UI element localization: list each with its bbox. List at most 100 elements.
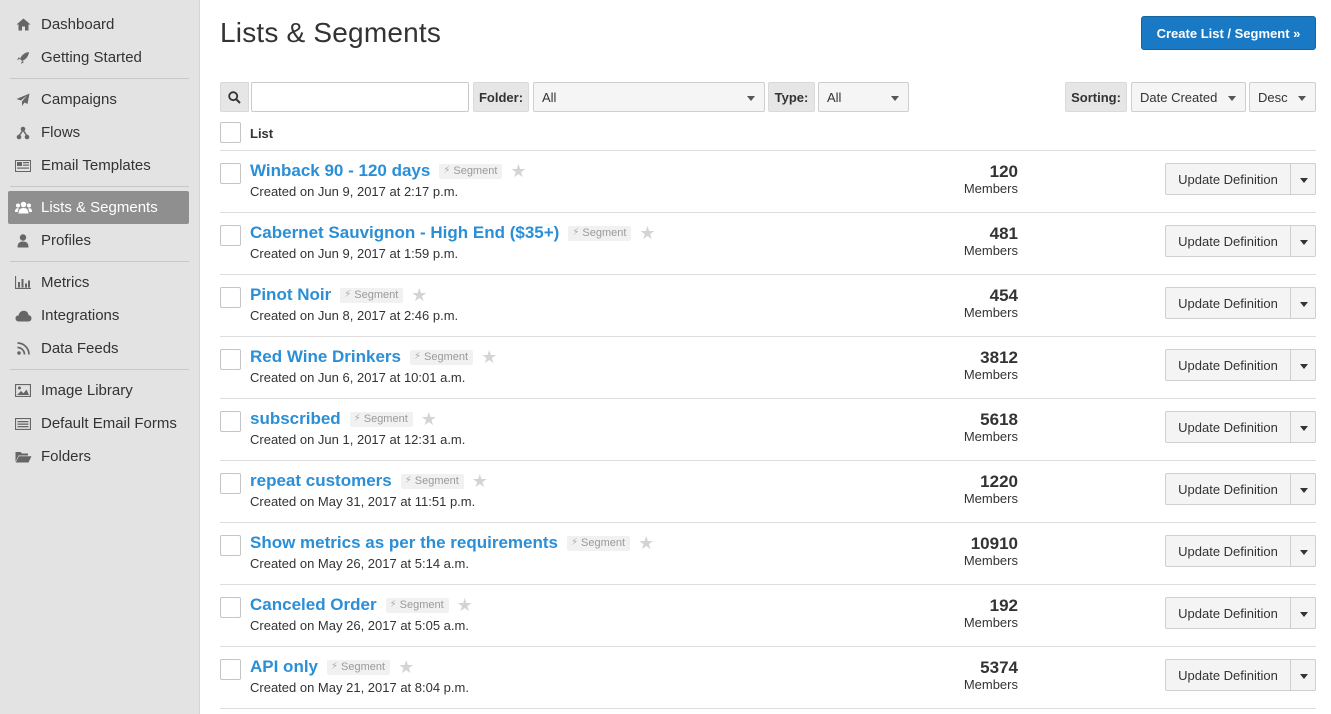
sidebar-item-label: Email Templates [41,157,151,174]
row-checkbox[interactable] [220,287,241,308]
list-name-link[interactable]: Red Wine Drinkers [250,347,401,367]
row-checkbox[interactable] [220,535,241,556]
star-icon[interactable]: ★ [638,534,654,552]
sidebar-item-label: Getting Started [41,49,142,66]
row-checkbox[interactable] [220,597,241,618]
star-icon[interactable]: ★ [510,162,526,180]
row-actions-dropdown[interactable] [1290,225,1316,257]
search-input[interactable] [251,82,469,112]
sidebar-item-label: Integrations [41,307,120,324]
chevron-down-icon [891,96,899,101]
chevron-down-icon [1300,612,1308,617]
chevron-down-icon [1300,550,1308,555]
row-title-line: API only ⚡︎ Segment ★ [250,657,414,677]
update-definition-button[interactable]: Update Definition [1165,659,1291,691]
list-name-link[interactable]: Canceled Order [250,595,377,615]
row-actions-dropdown[interactable] [1290,597,1316,629]
bar-chart-icon [14,275,32,291]
type-select[interactable]: All [818,82,909,112]
row-title-line: Red Wine Drinkers ⚡︎ Segment ★ [250,347,497,367]
update-definition-button[interactable]: Update Definition [1165,535,1291,567]
member-count: 10910 [970,534,1018,553]
update-definition-button[interactable]: Update Definition [1165,597,1291,629]
list-name-link[interactable]: repeat customers [250,471,392,491]
chevron-down-icon [1228,96,1236,101]
row-checkbox[interactable] [220,659,241,680]
row-title-line: repeat customers ⚡︎ Segment ★ [250,471,488,491]
search-button[interactable] [220,82,249,112]
star-icon[interactable]: ★ [481,348,497,366]
row-checkbox[interactable] [220,473,241,494]
chevron-down-icon [1300,364,1308,369]
update-definition-button[interactable]: Update Definition [1165,411,1291,443]
sidebar-item-dashboard[interactable]: Dashboard [10,8,189,41]
sort-by-select[interactable]: Date Created [1131,82,1246,112]
sidebar-item-image-library[interactable]: Image Library [10,374,189,407]
member-count: 1220 [980,472,1018,491]
segment-badge: ⚡︎ Segment [568,225,632,241]
sidebar-item-flows[interactable]: Flows [10,116,189,149]
row-actions-dropdown[interactable] [1290,473,1316,505]
star-icon[interactable]: ★ [472,472,488,490]
star-icon[interactable]: ★ [411,286,427,304]
sidebar-item-label: Lists & Segments [41,199,158,216]
segment-badge-label: Segment [582,226,627,239]
sidebar-item-profiles[interactable]: Profiles [10,224,189,257]
member-count: 192 [989,596,1018,615]
segment-badge-label: Segment [424,350,469,363]
create-list-segment-button[interactable]: Create List / Segment » [1141,16,1316,50]
star-icon[interactable]: ★ [639,224,655,242]
row-actions-dropdown[interactable] [1290,287,1316,319]
row-actions-dropdown[interactable] [1290,163,1316,195]
created-date: Created on Jun 6, 2017 at 10:01 a.m. [250,370,466,385]
sidebar-item-folders[interactable]: Folders [10,440,189,473]
bolt-icon: ⚡︎ [389,599,397,610]
row-checkbox[interactable] [220,349,241,370]
home-icon [14,17,32,33]
star-icon[interactable]: ★ [398,658,414,676]
row-actions-dropdown[interactable] [1290,411,1316,443]
row-checkbox[interactable] [220,163,241,184]
chevron-down-icon [1300,488,1308,493]
row-actions-dropdown[interactable] [1290,535,1316,567]
row-checkbox[interactable] [220,225,241,246]
segment-badge: ⚡︎ Segment [349,411,413,427]
search-icon [228,90,241,104]
list-name-link[interactable]: Cabernet Sauvignon - High End ($35+) [250,223,559,243]
list-name-link[interactable]: Show metrics as per the requirements [250,533,558,553]
sidebar-item-label: Dashboard [41,16,115,33]
chevron-down-icon [1300,240,1308,245]
list-name-link[interactable]: subscribed [250,409,341,429]
star-icon[interactable]: ★ [457,596,473,614]
update-definition-button[interactable]: Update Definition [1165,349,1291,381]
sort-order-select[interactable]: Desc [1249,82,1316,112]
list-name-link[interactable]: Winback 90 - 120 days [250,161,430,181]
list-header: List [220,121,1316,151]
sidebar-item-default-email-forms[interactable]: Default Email Forms [10,407,189,440]
list-name-link[interactable]: API only [250,657,318,677]
sidebar-item-lists-segments[interactable]: Lists & Segments [8,191,189,224]
row-checkbox[interactable] [220,411,241,432]
list-name-link[interactable]: Pinot Noir [250,285,331,305]
segment-badge-label: Segment [354,288,399,301]
member-count: 120 [989,162,1018,181]
members-label: Members [963,553,1018,568]
update-definition-button[interactable]: Update Definition [1165,287,1291,319]
star-icon[interactable]: ★ [421,410,437,428]
row-actions-dropdown[interactable] [1290,349,1316,381]
update-definition-button[interactable]: Update Definition [1165,473,1291,505]
update-definition-button[interactable]: Update Definition [1165,225,1291,257]
segment-badge-label: Segment [399,598,444,611]
select-all-checkbox[interactable] [220,122,241,143]
folder-select[interactable]: All [533,82,765,112]
row-actions-dropdown[interactable] [1290,659,1316,691]
sidebar-item-integrations[interactable]: Integrations [10,299,189,332]
segment-badge: ⚡︎ Segment [410,349,474,365]
sidebar-item-metrics[interactable]: Metrics [10,266,189,299]
sidebar-item-getting-started[interactable]: Getting Started [10,41,189,74]
update-definition-button[interactable]: Update Definition [1165,163,1291,195]
sidebar-item-data-feeds[interactable]: Data Feeds [10,332,189,365]
created-date: Created on May 26, 2017 at 5:14 a.m. [250,556,469,571]
sidebar-item-campaigns[interactable]: Campaigns [10,83,189,116]
sidebar-item-email-templates[interactable]: Email Templates [10,149,189,182]
